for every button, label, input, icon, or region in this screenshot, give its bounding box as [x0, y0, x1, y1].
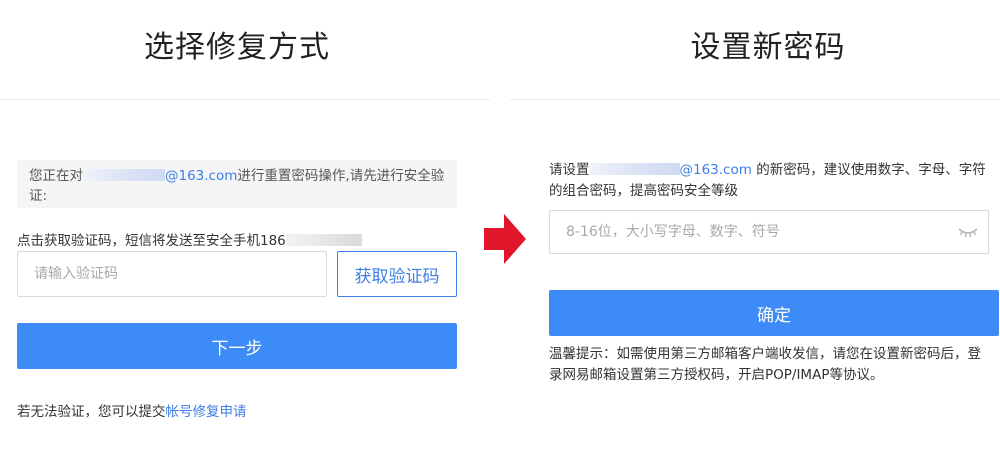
desc-email-domain: @163.com	[679, 162, 752, 178]
desc-prefix: 请设置	[549, 162, 590, 178]
password-field	[549, 210, 989, 254]
verify-panel: 选择修复方式 您正在对 @163.com进行重置密码操作,请先进行安全验证: 点击…	[0, 0, 490, 467]
tip-text: 温馨提示：如需使用第三方邮箱客户端收发信，请您在设置新密码后，登录网易邮箱设置第…	[549, 346, 981, 383]
get-code-button[interactable]: 获取验证码	[337, 251, 457, 297]
sms-hint: 点击获取验证码，短信将发送至安全手机186	[17, 229, 477, 249]
next-step-button[interactable]: 下一步	[17, 323, 457, 369]
recover-line: 若无法验证，您可以提交帐号修复申请	[17, 400, 247, 420]
new-password-input[interactable]	[550, 211, 982, 253]
reset-notice: 您正在对 @163.com进行重置密码操作,请先进行安全验证:	[17, 160, 457, 208]
verify-title: 选择修复方式	[144, 30, 330, 65]
new-password-title: 设置新密码	[690, 30, 846, 65]
account-repair-link[interactable]: 帐号修复申请	[166, 404, 247, 420]
masked-email	[589, 163, 680, 175]
notice-email-domain: @163.com	[165, 168, 238, 184]
new-password-header: 设置新密码	[510, 0, 1000, 100]
password-description: 请设置 @163.com 的新密码，建议使用数字、字母、字符的组合密码，提高密码安…	[549, 160, 989, 202]
confirm-button[interactable]: 确定	[549, 290, 999, 336]
new-password-panel: 设置新密码 请设置 @163.com 的新密码，建议使用数字、字母、字符的组合密码…	[510, 0, 1000, 467]
verify-header: 选择修复方式	[0, 0, 490, 100]
sms-hint-text: 点击获取验证码，短信将发送至安全手机	[17, 233, 260, 249]
verification-code-input[interactable]	[17, 251, 327, 297]
masked-email	[83, 169, 165, 181]
eye-closed-icon[interactable]	[958, 226, 978, 238]
sms-phone-prefix: 186	[260, 233, 286, 249]
page-root: 选择修复方式 您正在对 @163.com进行重置密码操作,请先进行安全验证: 点击…	[0, 0, 1000, 467]
notice-prefix: 您正在对	[29, 168, 83, 184]
masked-phone	[285, 234, 362, 246]
recover-text: 若无法验证，您可以提交	[17, 404, 166, 420]
